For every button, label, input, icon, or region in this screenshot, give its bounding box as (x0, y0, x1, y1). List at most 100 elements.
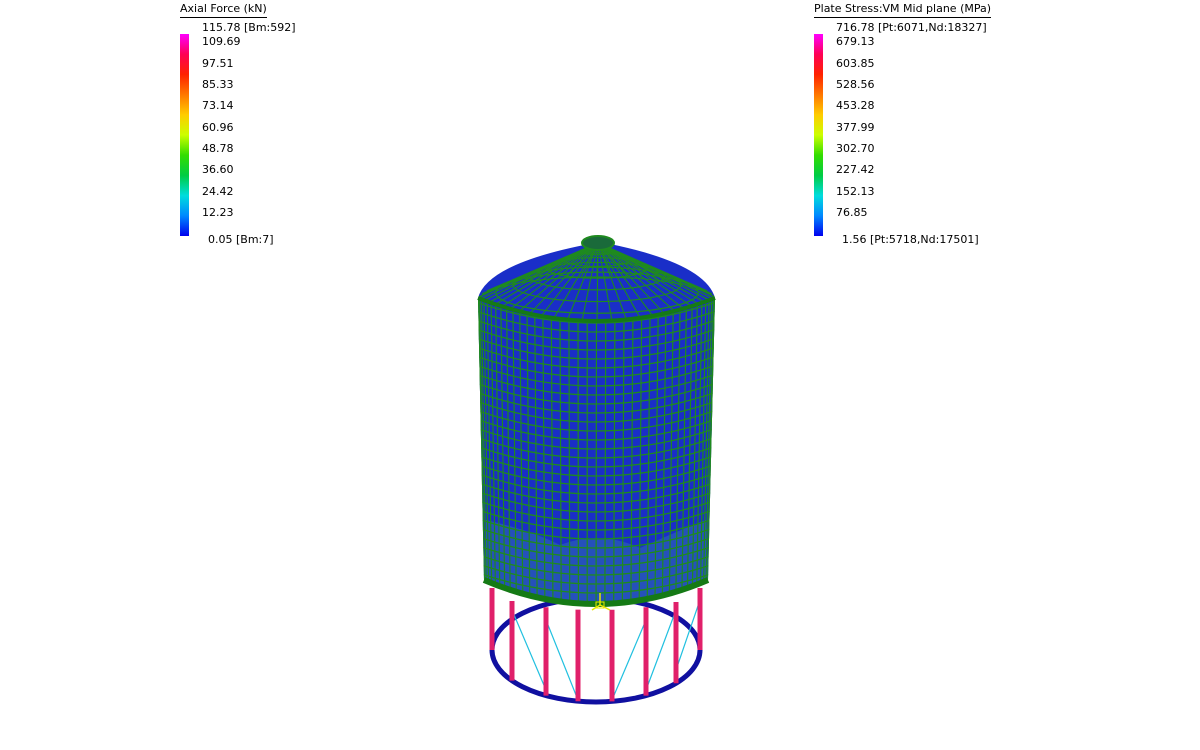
mesh-line (478, 299, 715, 324)
mesh-line (580, 242, 599, 277)
mesh-line (597, 242, 715, 304)
tank-bottom-rim (482, 577, 710, 607)
mesh-line (478, 569, 715, 594)
mesh-line (704, 298, 713, 604)
mesh-line (478, 344, 715, 369)
mesh-line (597, 242, 629, 321)
mesh-line (533, 298, 539, 604)
mesh-line (483, 298, 491, 604)
mesh-line (478, 416, 715, 441)
mesh-line (502, 242, 599, 286)
mesh-line (478, 380, 715, 405)
mesh-line (597, 242, 713, 307)
mesh-line (686, 298, 693, 604)
mesh-line (646, 298, 651, 604)
mesh-line (528, 261, 666, 291)
cross-brace (611, 619, 647, 701)
plate-stress-legend-title: Plate Stress:VM Mid plane (MPa) (814, 2, 992, 18)
cross-brace (511, 609, 547, 691)
mesh-line (545, 256, 649, 279)
roof-vent-cap (581, 235, 615, 251)
mesh-line (493, 242, 599, 313)
mesh-line (478, 461, 715, 486)
mesh-line (478, 335, 715, 360)
mesh-line (579, 247, 615, 256)
mesh-line (577, 298, 580, 604)
mesh-line (478, 443, 715, 468)
mesh-line (674, 298, 681, 604)
mesh-line (486, 242, 599, 310)
mesh-line (680, 298, 688, 604)
mesh-line (537, 242, 599, 321)
legend-label: 85.33 (202, 78, 234, 91)
mesh-line (478, 326, 715, 351)
mesh-line (478, 317, 715, 342)
mesh-line (486, 298, 494, 604)
mesh-line (568, 298, 571, 604)
tank-body-mesh (470, 298, 722, 629)
mesh-line (478, 298, 485, 604)
silo-tank (470, 235, 722, 629)
mesh-line (470, 606, 722, 629)
mesh-line (621, 298, 625, 604)
mesh-line (597, 242, 614, 277)
mesh-line (524, 242, 599, 282)
mesh-line (478, 371, 715, 396)
mesh-line (478, 524, 715, 549)
legend-label: 48.78 (202, 142, 234, 155)
tank-top-rim (477, 296, 716, 323)
legend-label: 453.28 (836, 99, 875, 112)
legend-label: 227.42 (836, 163, 875, 176)
legend-label: 377.99 (836, 121, 875, 134)
mesh-line (595, 298, 598, 604)
tank-roof-mesh (478, 242, 715, 321)
mesh-line (526, 298, 531, 604)
mesh-line (518, 298, 524, 604)
mesh-line (690, 298, 699, 604)
mesh-line (597, 242, 692, 286)
mesh-line (512, 298, 518, 604)
mesh-line (565, 242, 599, 278)
support-columns (489, 588, 703, 702)
legend-label: 528.56 (836, 78, 875, 91)
mesh-line (478, 497, 715, 522)
legend-label: 109.69 (202, 35, 241, 48)
mesh-line (478, 542, 715, 567)
mesh-line (653, 298, 660, 604)
mesh-line (707, 298, 715, 604)
mesh-line (701, 298, 710, 604)
mesh-line (481, 242, 599, 295)
mesh-line (562, 252, 632, 268)
mesh-line (597, 242, 670, 320)
legend-label: 603.85 (836, 57, 875, 70)
mesh-line (597, 242, 682, 318)
mesh-line (478, 362, 715, 387)
legend-label: 679.13 (836, 35, 875, 48)
mesh-line (597, 242, 715, 301)
mesh-line (478, 298, 485, 604)
mesh-line (550, 298, 554, 604)
legend-label: 12.23 (202, 206, 234, 219)
mesh-line (481, 242, 599, 307)
mesh-line (559, 298, 562, 604)
mesh-line (478, 242, 599, 304)
mesh-line (505, 298, 512, 604)
mesh-line (537, 242, 599, 280)
cross-brace (675, 599, 701, 671)
mesh-line (478, 398, 715, 423)
mesh-line (668, 298, 675, 604)
mesh-line (597, 242, 701, 289)
mesh-line (707, 298, 715, 604)
mesh-line (524, 242, 599, 320)
mesh-line (478, 276, 715, 321)
mesh-line (542, 298, 546, 604)
mesh-line (630, 298, 634, 604)
legend-label: 1.56 [Pt:5718,Nd:17501] (842, 233, 979, 246)
legend-label: 76.85 (836, 206, 868, 219)
mesh-line (597, 242, 657, 280)
mesh-line (494, 298, 502, 604)
mesh-line (565, 242, 599, 321)
tank-body-shell (478, 298, 715, 604)
legend-label: 0.05 [Bm:7] (208, 233, 274, 246)
tank-lower-stress-band (484, 520, 708, 604)
